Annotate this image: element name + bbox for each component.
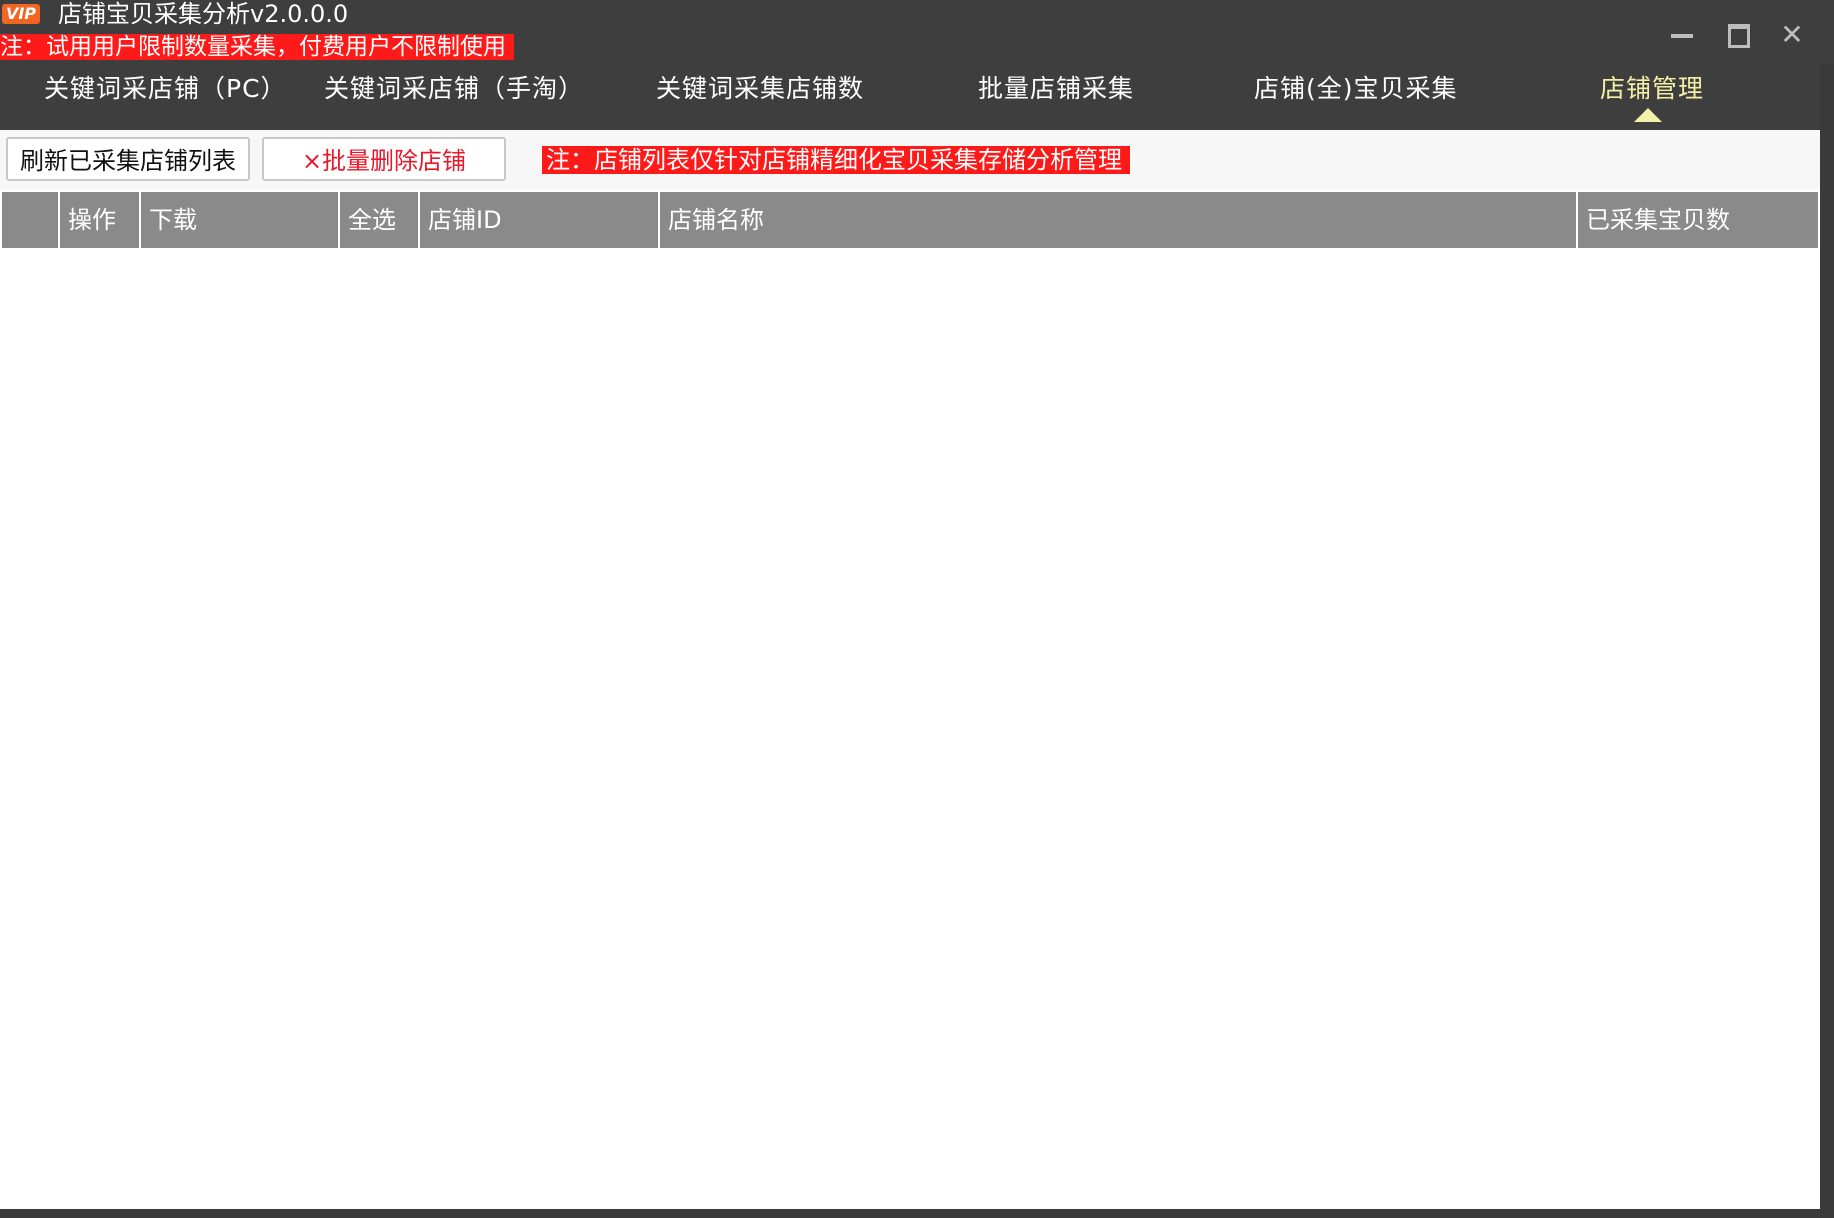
- minimize-icon: [1671, 34, 1693, 38]
- toolbar: 刷新已采集店铺列表 ×批量删除店铺 注：店铺列表仅针对店铺精细化宝贝采集存储分析…: [0, 130, 1820, 190]
- column-header-action: 操作: [60, 192, 141, 248]
- column-header-shop-id: 店铺ID: [420, 192, 660, 248]
- window-title: 店铺宝贝采集分析v2.0.0.0: [58, 0, 349, 28]
- column-header-collected-items: 已采集宝贝数: [1586, 206, 1730, 234]
- shop-list-notice: 注：店铺列表仅针对店铺精细化宝贝采集存储分析管理: [542, 146, 1130, 174]
- maximize-icon: [1728, 24, 1750, 48]
- tab-batch-shop-collect[interactable]: 批量店铺采集: [978, 64, 1134, 114]
- close-icon: ✕: [1780, 18, 1804, 51]
- column-header-download: 下载: [141, 192, 340, 248]
- select-all-header[interactable]: 全选: [340, 192, 420, 248]
- title-bar: VIP 店铺宝贝采集分析v2.0.0.0 注：试用用户限制数量采集，付费用户不限…: [0, 0, 1834, 64]
- tab-keyword-shop-pc[interactable]: 关键词采店铺（PC）: [44, 64, 287, 114]
- maximize-button[interactable]: [1720, 18, 1754, 52]
- active-tab-indicator: [1634, 108, 1662, 122]
- window-border-right: [1820, 64, 1834, 1218]
- vip-badge: VIP: [2, 4, 40, 24]
- app-window: VIP 店铺宝贝采集分析v2.0.0.0 注：试用用户限制数量采集，付费用户不限…: [0, 0, 1834, 1218]
- tab-keyword-shop-count[interactable]: 关键词采集店铺数: [656, 64, 864, 114]
- batch-delete-shops-button[interactable]: ×批量删除店铺: [262, 137, 506, 181]
- close-button[interactable]: ✕: [1775, 18, 1809, 52]
- tab-keyword-shop-mobile[interactable]: 关键词采店铺（手淘）: [324, 64, 584, 114]
- main-nav: 关键词采店铺（PC） 关键词采店铺（手淘） 关键词采集店铺数 批量店铺采集 店铺…: [0, 64, 1820, 130]
- refresh-shop-list-button[interactable]: 刷新已采集店铺列表: [6, 137, 250, 181]
- tab-shop-all-items-collect[interactable]: 店铺(全)宝贝采集: [1254, 64, 1458, 114]
- shop-table: 操作 下载 全选 店铺ID 店铺名称 已采集宝贝数: [0, 190, 1820, 1209]
- column-header-shop-name: 店铺名称: [660, 192, 1578, 248]
- window-border-bottom: [0, 1209, 1834, 1218]
- trial-limit-notice: 注：试用用户限制数量采集，付费用户不限制使用: [0, 34, 514, 60]
- minimize-button[interactable]: [1664, 18, 1698, 52]
- tab-shop-management[interactable]: 店铺管理: [1600, 64, 1704, 114]
- column-header-index: [2, 192, 60, 248]
- table-header: 操作 下载 全选 店铺ID 店铺名称 已采集宝贝数: [2, 192, 1818, 248]
